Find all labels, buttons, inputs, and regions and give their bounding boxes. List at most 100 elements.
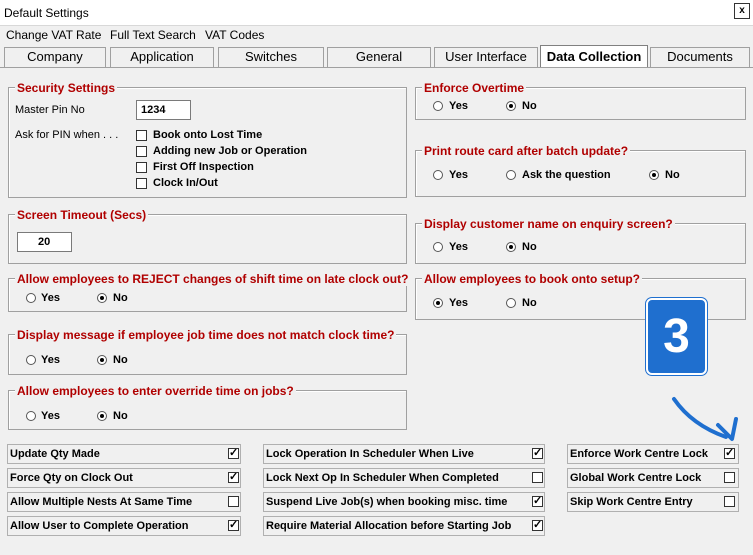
route-card-group: Print route card after batch update? Yes… — [415, 144, 746, 197]
flag-update-qty-made-label: Update Qty Made — [10, 448, 100, 460]
screen-timeout-input[interactable]: 20 — [17, 232, 72, 252]
route-card-ask-radio[interactable] — [506, 170, 516, 180]
customer-name-yes-label: Yes — [449, 241, 468, 253]
menu-full-text-search[interactable]: Full Text Search — [110, 28, 196, 42]
reject-shift-yes-label: Yes — [41, 292, 60, 304]
tab-strip: Company Application Switches General Use… — [0, 45, 753, 67]
override-time-no-radio[interactable] — [97, 411, 107, 421]
tab-application[interactable]: Application — [110, 47, 214, 67]
customer-name-group: Display customer name on enquiry screen?… — [415, 217, 746, 264]
tab-documents[interactable]: Documents — [650, 47, 750, 67]
flag-lock-next-op: Lock Next Op In Scheduler When Completed — [263, 468, 545, 488]
override-time-yes-radio[interactable] — [26, 411, 36, 421]
master-pin-input[interactable]: 1234 — [136, 100, 191, 120]
flag-enforce-wc-lock-checkbox[interactable] — [724, 446, 735, 460]
setup-title: Allow employees to book onto setup? — [422, 272, 643, 286]
flag-lock-op-live-checkbox[interactable] — [532, 446, 543, 460]
flag-force-qty: Force Qty on Clock Out — [7, 468, 241, 488]
customer-name-no-label: No — [522, 241, 537, 253]
flag-lock-next-op-checkbox[interactable] — [532, 472, 543, 483]
pin-lost-time-label: Book onto Lost Time — [153, 129, 263, 141]
flag-force-qty-label: Force Qty on Clock Out — [10, 472, 133, 484]
flag-multiple-nests-label: Allow Multiple Nests At Same Time — [10, 496, 193, 508]
reject-shift-group: Allow employees to REJECT changes of shi… — [8, 272, 411, 312]
enforce-overtime-yes-radio[interactable] — [433, 101, 443, 111]
flag-skip-wc-entry-checkbox[interactable] — [724, 496, 735, 507]
tab-general[interactable]: General — [327, 47, 431, 67]
menu-bar: Change VAT Rate Full Text Search VAT Cod… — [0, 26, 753, 44]
flag-complete-operation-label: Allow User to Complete Operation — [10, 520, 189, 532]
pin-first-off-label: First Off Inspection — [153, 161, 254, 173]
enforce-overtime-title: Enforce Overtime — [422, 81, 527, 95]
pin-first-off-checkbox[interactable] — [136, 162, 147, 173]
flag-global-wc-lock: Global Work Centre Lock — [567, 468, 739, 488]
security-settings-group: Security Settings Master Pin No 1234 Ask… — [8, 81, 407, 198]
flag-suspend-live-jobs-label: Suspend Live Job(s) when booking misc. t… — [266, 496, 508, 508]
override-time-yes-label: Yes — [41, 410, 60, 422]
pin-new-job-label: Adding new Job or Operation — [153, 145, 307, 157]
enforce-overtime-no-radio[interactable] — [506, 101, 516, 111]
flag-enforce-wc-lock-label: Enforce Work Centre Lock — [570, 448, 708, 460]
flag-complete-operation: Allow User to Complete Operation — [7, 516, 241, 536]
flag-complete-operation-checkbox[interactable] — [228, 518, 239, 532]
job-time-mismatch-group: Display message if employee job time doe… — [8, 328, 407, 375]
menu-change-vat-rate[interactable]: Change VAT Rate — [6, 28, 101, 42]
flag-lock-op-live-label: Lock Operation In Scheduler When Live — [266, 448, 474, 460]
customer-name-title: Display customer name on enquiry screen? — [422, 217, 675, 231]
setup-no-label: No — [522, 297, 537, 309]
step-number-badge: 3 — [646, 298, 707, 375]
menu-vat-codes[interactable]: VAT Codes — [205, 28, 264, 42]
route-card-no-label: No — [665, 169, 680, 181]
annotation-arrow-icon — [672, 397, 738, 441]
pin-clock-checkbox[interactable] — [136, 178, 147, 189]
tab-content: Security Settings Master Pin No 1234 Ask… — [0, 67, 753, 555]
setup-no-radio[interactable] — [506, 298, 516, 308]
flag-update-qty-made: Update Qty Made — [7, 444, 241, 464]
flag-global-wc-lock-checkbox[interactable] — [724, 472, 735, 483]
flag-skip-wc-entry: Skip Work Centre Entry — [567, 492, 739, 512]
job-time-mismatch-title: Display message if employee job time doe… — [15, 328, 397, 342]
tab-company[interactable]: Company — [4, 47, 106, 67]
flag-suspend-live-jobs: Suspend Live Job(s) when booking misc. t… — [263, 492, 545, 512]
reject-shift-no-radio[interactable] — [97, 293, 107, 303]
flag-lock-next-op-label: Lock Next Op In Scheduler When Completed — [266, 472, 499, 484]
route-card-yes-radio[interactable] — [433, 170, 443, 180]
route-card-yes-label: Yes — [449, 169, 468, 181]
flag-suspend-live-jobs-checkbox[interactable] — [532, 494, 543, 508]
window-title: Default Settings — [4, 6, 89, 20]
customer-name-yes-radio[interactable] — [433, 242, 443, 252]
tab-data-collection[interactable]: Data Collection — [540, 45, 648, 67]
job-time-mismatch-yes-label: Yes — [41, 354, 60, 366]
job-time-mismatch-yes-radio[interactable] — [26, 355, 36, 365]
override-time-title: Allow employees to enter override time o… — [15, 384, 296, 398]
flag-material-allocation-label: Require Material Allocation before Start… — [266, 520, 512, 532]
route-card-no-radio[interactable] — [649, 170, 659, 180]
job-time-mismatch-no-radio[interactable] — [97, 355, 107, 365]
enforce-overtime-group: Enforce Overtime Yes No — [415, 81, 746, 120]
override-time-no-label: No — [113, 410, 128, 422]
pin-lost-time-checkbox[interactable] — [136, 130, 147, 141]
flag-update-qty-made-checkbox[interactable] — [228, 446, 239, 460]
route-card-title: Print route card after batch update? — [422, 144, 631, 158]
override-time-group: Allow employees to enter override time o… — [8, 384, 407, 430]
reject-shift-no-label: No — [113, 292, 128, 304]
flag-force-qty-checkbox[interactable] — [228, 470, 239, 484]
tab-user-interface[interactable]: User Interface — [434, 47, 538, 67]
reject-shift-title: Allow employees to REJECT changes of shi… — [15, 272, 411, 286]
flag-enforce-wc-lock: Enforce Work Centre Lock — [567, 444, 739, 464]
flag-material-allocation: Require Material Allocation before Start… — [263, 516, 545, 536]
enforce-overtime-no-label: No — [522, 100, 537, 112]
security-settings-title: Security Settings — [15, 81, 118, 95]
setup-yes-label: Yes — [449, 297, 468, 309]
flag-lock-op-live: Lock Operation In Scheduler When Live — [263, 444, 545, 464]
pin-new-job-checkbox[interactable] — [136, 146, 147, 157]
customer-name-no-radio[interactable] — [506, 242, 516, 252]
setup-yes-radio[interactable] — [433, 298, 443, 308]
close-button[interactable]: x — [734, 3, 750, 19]
reject-shift-yes-radio[interactable] — [26, 293, 36, 303]
tab-switches[interactable]: Switches — [218, 47, 324, 67]
flag-material-allocation-checkbox[interactable] — [532, 518, 543, 532]
flag-multiple-nests-checkbox[interactable] — [228, 496, 239, 507]
flag-global-wc-lock-label: Global Work Centre Lock — [570, 472, 702, 484]
flag-skip-wc-entry-label: Skip Work Centre Entry — [570, 496, 693, 508]
